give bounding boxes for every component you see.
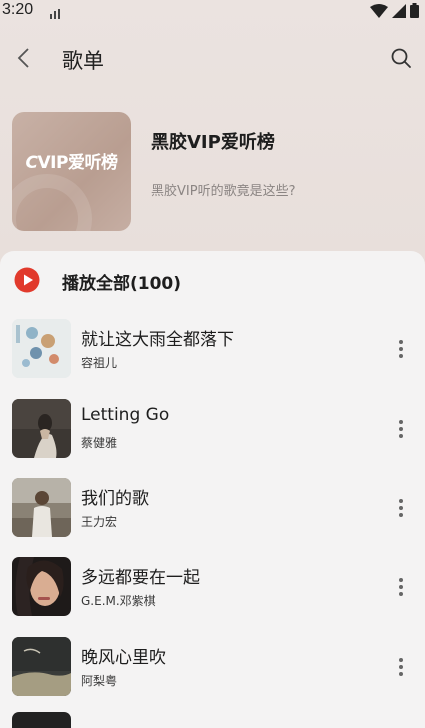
search-button[interactable] — [387, 46, 415, 74]
song-artist: G.E.M.邓紫棋 — [81, 594, 156, 608]
song-item[interactable]: 晚风心里吹 阿梨粤 — [0, 637, 425, 701]
album-art — [12, 319, 71, 378]
playlist-cover[interactable]: CVIP爱听榜 — [12, 112, 131, 231]
album-art — [12, 637, 71, 696]
more-options-icon[interactable] — [391, 496, 411, 520]
data-activity-icon — [50, 5, 60, 23]
search-icon — [390, 47, 412, 73]
playlist-description[interactable]: 黑胶VIP听的歌竟是这些? — [151, 180, 295, 199]
play-circle-icon — [14, 267, 40, 293]
play-all-button[interactable]: 播放全部(100) — [0, 263, 425, 299]
status-bar: 3:20 — [0, 0, 425, 22]
back-chevron-icon — [16, 47, 32, 73]
song-title: 晚风心里吹 — [81, 648, 166, 668]
wifi-icon — [370, 3, 388, 22]
song-item[interactable]: Letting Go 蔡健雅 — [0, 399, 425, 463]
back-button[interactable] — [10, 46, 38, 74]
cell-signal-icon — [392, 3, 406, 22]
song-title: Letting Go — [81, 405, 170, 425]
cover-decoration — [12, 174, 92, 231]
playlist-header: CVIP爱听榜 黑胶VIP爱听榜 黑胶VIP听的歌竟是这些? — [0, 112, 425, 232]
song-title: 我们的歌 — [81, 489, 149, 509]
cover-label: CVIP爱听榜 — [12, 148, 131, 173]
album-art — [12, 399, 71, 458]
song-item[interactable]: 多远都要在一起 G.E.M.邓紫棋 — [0, 557, 425, 621]
app-bar: 歌单 — [0, 38, 425, 82]
song-artist: 蔡健雅 — [81, 436, 118, 450]
album-art — [12, 478, 71, 537]
more-options-icon[interactable] — [391, 337, 411, 361]
song-item[interactable]: 就让这大雨全都落下 容祖儿 — [0, 319, 425, 383]
cover-logo: C — [25, 153, 38, 173]
song-list-sheet: 播放全部(100) 就让这大雨全都落下 容祖儿 Letting Go 蔡健雅 我… — [0, 251, 425, 728]
battery-icon — [410, 3, 419, 22]
playlist-title: 黑胶VIP爱听榜 — [151, 132, 275, 153]
more-options-icon[interactable] — [391, 417, 411, 441]
song-item[interactable]: 我们的歌 王力宏 — [0, 478, 425, 542]
page-title: 歌单 — [62, 49, 104, 73]
cover-title-text: VIP爱听榜 — [37, 153, 118, 173]
song-title: 多远都要在一起 — [81, 568, 200, 588]
song-artist: 阿梨粤 — [81, 674, 118, 688]
more-options-icon[interactable] — [391, 575, 411, 599]
more-options-icon[interactable] — [391, 655, 411, 679]
song-title: 就让这大雨全都落下 — [81, 330, 234, 350]
song-artist: 王力宏 — [81, 515, 118, 529]
song-artist: 容祖儿 — [81, 356, 118, 370]
album-art — [12, 557, 71, 616]
play-all-label: 播放全部(100) — [62, 274, 182, 294]
status-time: 3:20 — [2, 1, 34, 18]
album-art-partial — [12, 712, 71, 728]
